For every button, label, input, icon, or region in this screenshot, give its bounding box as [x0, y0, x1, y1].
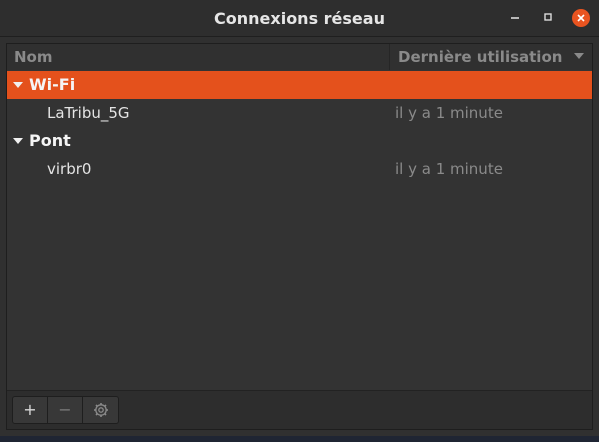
connection-name: LaTribu_5G — [47, 104, 130, 122]
group-row-wifi[interactable]: Wi-Fi — [7, 71, 592, 99]
close-icon — [577, 14, 585, 22]
group-label: Pont — [29, 131, 71, 150]
gear-icon — [93, 403, 108, 417]
connection-name: virbr0 — [47, 160, 92, 178]
maximize-icon — [544, 13, 552, 21]
group-row-pont[interactable]: Pont — [7, 127, 592, 155]
edit-connection-button[interactable] — [83, 397, 118, 423]
column-header-name[interactable]: Nom — [7, 44, 390, 70]
remove-connection-button[interactable]: − — [48, 397, 83, 423]
network-connections-window: Connexions réseau Nom Dernière utilisati… — [0, 0, 599, 442]
group-label: Wi-Fi — [29, 75, 76, 94]
expander-open-icon[interactable] — [13, 138, 23, 144]
add-icon: + — [23, 400, 37, 419]
connection-last-used: il y a 1 minute — [395, 104, 503, 122]
close-button[interactable] — [572, 9, 590, 27]
maximize-button[interactable] — [539, 9, 557, 27]
expander-open-icon[interactable] — [13, 82, 23, 88]
desktop-edge — [0, 436, 599, 442]
connection-last-used: il y a 1 minute — [395, 160, 503, 178]
connection-row-virbr0[interactable]: virbr0 il y a 1 minute — [7, 155, 592, 183]
column-header-last-used[interactable]: Dernière utilisation — [390, 44, 592, 70]
minimize-button[interactable] — [506, 9, 524, 27]
minimize-icon — [511, 17, 519, 19]
column-header: Nom Dernière utilisation — [7, 44, 592, 70]
remove-icon: − — [58, 400, 72, 419]
connections-panel: Nom Dernière utilisation Wi-Fi LaTribu_5… — [6, 43, 593, 430]
connection-row-latribu-5g[interactable]: LaTribu_5G il y a 1 minute — [7, 99, 592, 127]
title-bar[interactable]: Connexions réseau — [0, 0, 599, 37]
bottom-toolbar: + − — [7, 390, 592, 429]
toolbar-button-group: + − — [12, 396, 119, 424]
sort-descending-icon — [574, 53, 584, 59]
column-header-last-used-label: Dernière utilisation — [398, 48, 563, 66]
add-connection-button[interactable]: + — [13, 397, 48, 423]
